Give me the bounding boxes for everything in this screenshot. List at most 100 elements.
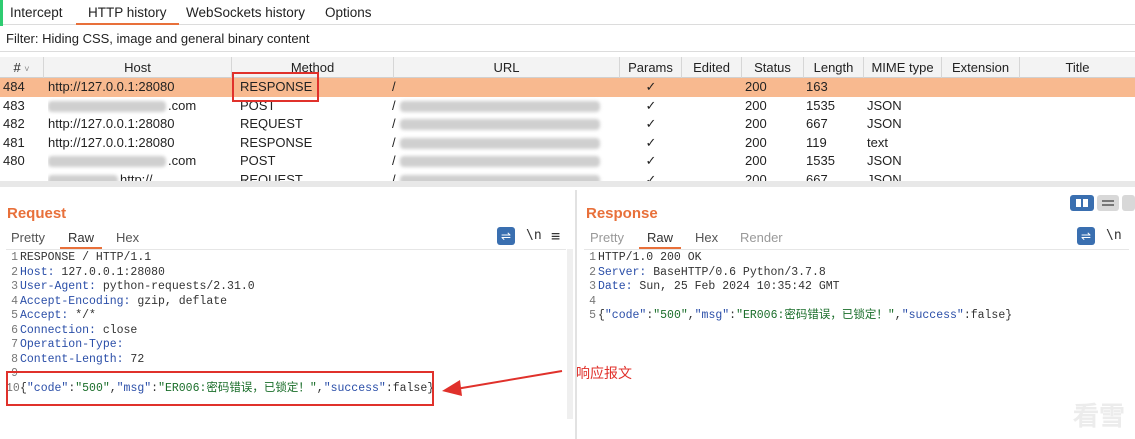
response-tab-render[interactable]: Render: [740, 230, 783, 245]
newline-toggle-icon[interactable]: \n: [526, 228, 542, 243]
column-header-mime-type[interactable]: MIME type: [864, 57, 942, 78]
split-horizontal-icon[interactable]: [1070, 195, 1094, 211]
json-value: "ER006:密码错误，已锁定！": [736, 309, 895, 322]
wrap-lines-icon[interactable]: ⇌: [497, 227, 515, 245]
header-key: Accept-Encoding:: [20, 294, 131, 308]
line-number: 6: [11, 323, 18, 337]
row-status: 200: [745, 134, 767, 150]
row-host: .com: [48, 152, 232, 170]
table-row[interactable]: http:// REQUEST / ✓ 200 667 JSON: [0, 171, 1135, 182]
json-key: "code": [604, 309, 647, 322]
column-header-number[interactable]: # ˅: [0, 57, 44, 78]
row-url: /: [392, 97, 618, 115]
header-key: User-Agent:: [20, 280, 96, 293]
json-body-highlight-box: [6, 371, 434, 406]
column-header-extension[interactable]: Extension: [942, 57, 1020, 78]
header-value: gzip, deflate: [130, 294, 228, 308]
column-header-params[interactable]: Params: [620, 57, 682, 78]
split-vertical-icon[interactable]: [1097, 195, 1119, 211]
redacted-url: [399, 137, 600, 149]
row-number: [3, 171, 43, 182]
top-tab-bar: Intercept HTTP history WebSockets histor…: [0, 0, 1135, 50]
request-tab-raw[interactable]: Raw: [60, 230, 103, 249]
column-header-length[interactable]: Length: [804, 57, 864, 78]
request-vertical-scrollbar[interactable]: [567, 249, 573, 419]
line-number: 3: [11, 280, 18, 293]
response-line: 1 HTTP/1.0 200 OK: [584, 251, 702, 266]
header-key: Content-Length:: [20, 352, 124, 366]
request-line: 3 User-Agent: python-requests/2.31.0: [6, 280, 255, 295]
row-host: http://127.0.0.1:28080: [48, 116, 175, 131]
column-header-url[interactable]: URL: [394, 57, 620, 78]
row-status: 200: [745, 79, 767, 94]
filter-bar[interactable]: Filter: Hiding CSS, image and general bi…: [0, 26, 1135, 52]
line-number: 2: [589, 265, 596, 279]
row-mime-type: JSON: [867, 171, 902, 182]
response-newline-toggle-icon[interactable]: \n: [1106, 228, 1122, 243]
row-params-check: ✓: [645, 171, 657, 182]
annotation-arrow-icon: [442, 370, 563, 396]
table-row[interactable]: 482 http://127.0.0.1:28080 REQUEST / ✓ 200 667…: [0, 115, 1135, 134]
row-mime-type: JSON: [867, 97, 902, 113]
request-line: 5 Accept: */*: [6, 309, 96, 324]
header-key: Accept:: [20, 309, 69, 322]
response-wrap-lines-icon[interactable]: ⇌: [1077, 227, 1095, 245]
response-tab-hex[interactable]: Hex: [695, 230, 718, 245]
row-url: /: [392, 152, 618, 170]
row-method: POST: [240, 153, 276, 168]
annotation-label: 响应报文: [576, 365, 632, 381]
row-method: REQUEST: [240, 171, 303, 182]
json-comma: ,: [687, 309, 695, 322]
tab-http-history[interactable]: HTTP history: [76, 0, 179, 25]
single-pane-icon[interactable]: [1122, 195, 1135, 211]
json-value: :false}: [963, 309, 1013, 322]
horizontal-scrollbar[interactable]: [0, 181, 1135, 187]
line-number: 1: [589, 251, 596, 264]
request-menu-icon[interactable]: ≡: [551, 227, 560, 245]
column-header-status[interactable]: Status: [742, 57, 804, 78]
response-tab-pretty[interactable]: Pretty: [590, 230, 624, 245]
line-number: 4: [11, 294, 18, 308]
json-key: "msg": [694, 309, 730, 322]
row-number: 483: [3, 97, 25, 113]
row-method: RESPONSE: [240, 134, 313, 150]
redacted-url: [399, 119, 600, 131]
column-header-host[interactable]: Host: [44, 57, 232, 78]
tab-websockets-history[interactable]: WebSockets history: [186, 0, 305, 25]
header-key: Host:: [20, 265, 55, 279]
line-text: HTTP/1.0 200 OK: [598, 251, 702, 264]
header-value: close: [95, 323, 138, 337]
sort-chevron-icon: ˅: [24, 64, 30, 74]
header-value: 127.0.0.1:28080: [54, 265, 165, 279]
panel-divider[interactable]: [575, 190, 577, 439]
column-header-title[interactable]: Title: [1020, 57, 1135, 78]
row-status: 200: [745, 153, 767, 168]
response-editor[interactable]: 1 HTTP/1.0 200 OK 2 Server: BaseHTTP/0.6 Py…: [584, 249, 1129, 419]
json-key: "success": [901, 309, 964, 322]
request-line: 2 Host: 127.0.0.1:28080: [6, 266, 165, 281]
response-tab-raw[interactable]: Raw: [639, 230, 682, 249]
row-params-check: ✓: [645, 79, 657, 94]
request-tab-hex[interactable]: Hex: [116, 230, 139, 245]
row-mime-type: JSON: [867, 116, 902, 131]
row-status: 200: [745, 171, 767, 182]
column-header-edited[interactable]: Edited: [682, 57, 742, 78]
header-key: Connection:: [20, 323, 96, 337]
table-row[interactable]: 483 .com POST / ✓ 200 1535 JSON: [0, 97, 1135, 116]
request-tab-pretty[interactable]: Pretty: [11, 230, 45, 245]
header-key: Operation-Type:: [20, 338, 124, 351]
tab-options[interactable]: Options: [325, 0, 372, 25]
line-number: 4: [589, 294, 596, 308]
table-row[interactable]: 484 http://127.0.0.1:28080 RESPONSE / ✓ 200 16…: [0, 78, 1135, 97]
table-row[interactable]: 480 .com POST / ✓ 200 1535 JSON: [0, 152, 1135, 171]
row-mime-type: text: [867, 134, 888, 150]
row-url: /: [392, 79, 396, 94]
request-line: 8 Content-Length: 72: [6, 353, 144, 368]
header-key: Server:: [598, 265, 647, 279]
row-number: 482: [3, 116, 25, 131]
row-host: .com: [48, 97, 232, 115]
row-host: http://: [48, 171, 232, 181]
table-row[interactable]: 481 http://127.0.0.1:28080 RESPONSE / ✓ 200 11…: [0, 134, 1135, 153]
row-length: 163: [806, 79, 828, 94]
tab-intercept[interactable]: Intercept: [10, 0, 63, 25]
